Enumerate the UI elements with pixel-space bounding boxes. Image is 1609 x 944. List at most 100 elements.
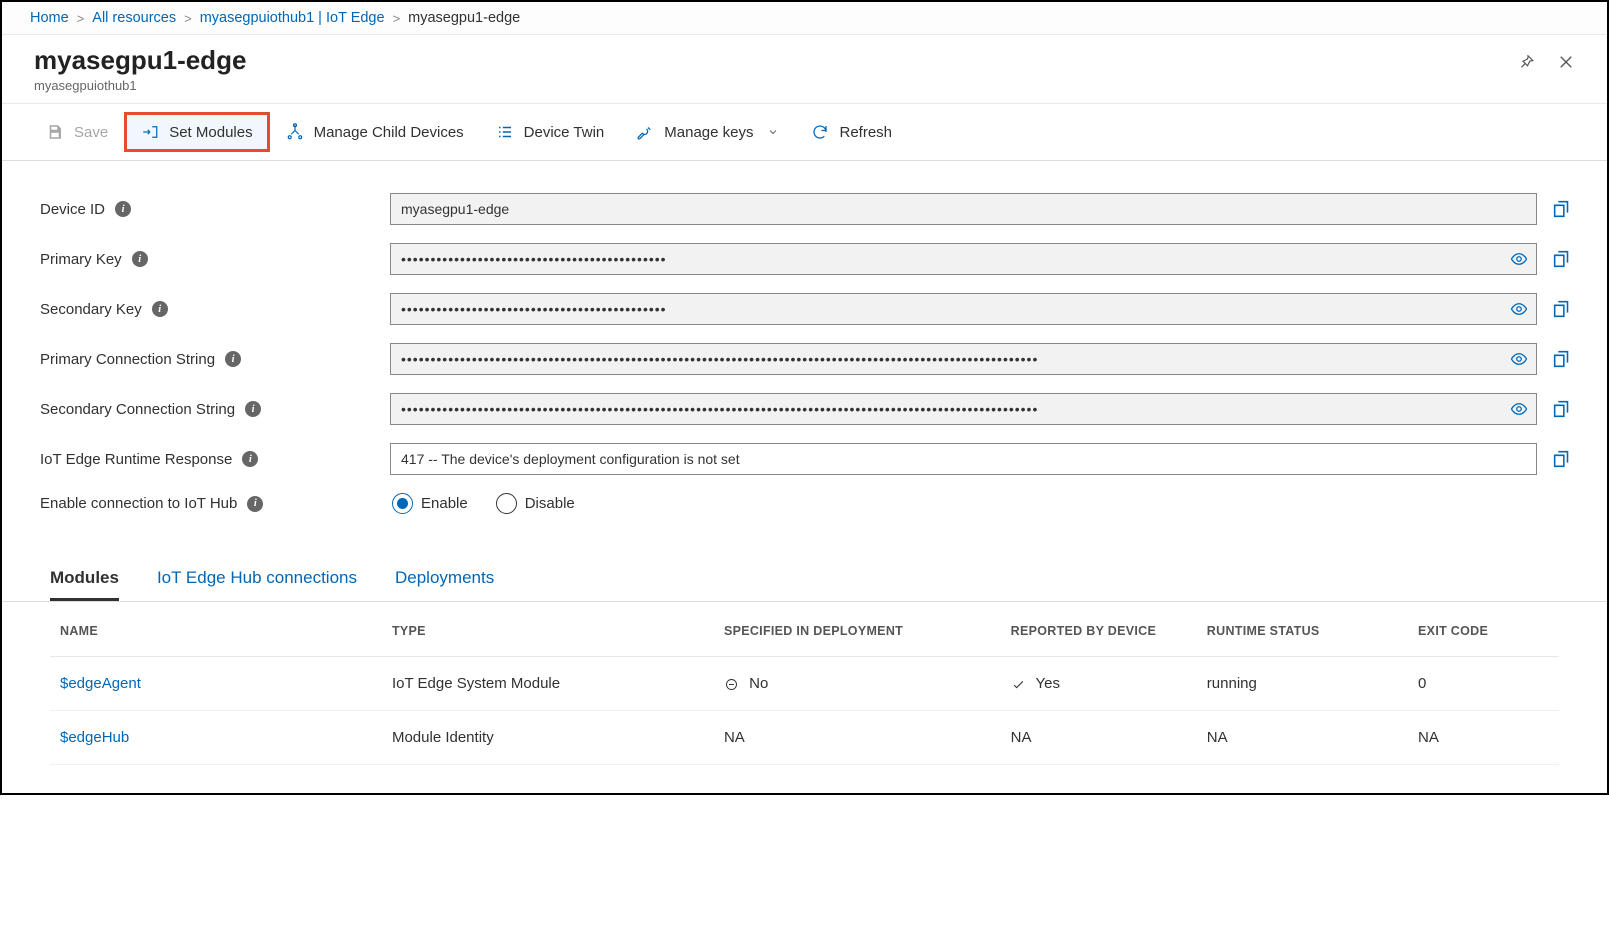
disable-radio-label: Disable [525, 495, 575, 512]
col-name-header[interactable]: NAME [50, 602, 382, 657]
info-icon[interactable]: i [245, 401, 261, 417]
breadcrumb-current: myasegpu1-edge [408, 10, 520, 26]
breadcrumb-sep: > [393, 11, 401, 26]
copy-icon[interactable] [1551, 198, 1573, 220]
device-id-field[interactable]: myasegpu1-edge [390, 193, 1537, 225]
radio-selected-icon [392, 493, 413, 514]
breadcrumb: Home > All resources > myasegpuiothub1 |… [2, 2, 1607, 35]
refresh-icon [811, 123, 829, 141]
refresh-button[interactable]: Refresh [795, 113, 908, 151]
module-exit: NA [1418, 729, 1439, 746]
primary-connection-string-field[interactable]: ••••••••••••••••••••••••••••••••••••••••… [390, 343, 1537, 375]
primary-key-field[interactable]: ••••••••••••••••••••••••••••••••••••••••… [390, 243, 1537, 275]
primary-cs-value: ••••••••••••••••••••••••••••••••••••••••… [401, 351, 1038, 367]
set-modules-label: Set Modules [169, 124, 252, 141]
runtime-response-field[interactable]: 417 -- The device's deployment configura… [390, 443, 1537, 475]
copy-icon[interactable] [1551, 348, 1573, 370]
table-row[interactable]: $edgeHub Module Identity NA NA NA NA [50, 711, 1559, 765]
copy-icon[interactable] [1551, 398, 1573, 420]
runtime-response-value: 417 -- The device's deployment configura… [401, 451, 740, 467]
enable-connection-label: Enable connection to IoT Hub [40, 495, 237, 512]
module-runtime: NA [1207, 729, 1228, 746]
secondary-key-value: ••••••••••••••••••••••••••••••••••••••••… [401, 301, 667, 317]
breadcrumb-sep: > [77, 11, 85, 26]
save-label: Save [74, 124, 108, 141]
primary-key-value: ••••••••••••••••••••••••••••••••••••••••… [401, 251, 667, 267]
col-exit-header[interactable]: EXIT CODE [1408, 602, 1559, 657]
tab-modules[interactable]: Modules [50, 568, 119, 601]
secondary-key-label: Secondary Key [40, 301, 142, 318]
check-icon [1011, 677, 1026, 692]
module-type: IoT Edge System Module [392, 675, 560, 692]
module-runtime: running [1207, 675, 1257, 692]
reveal-icon[interactable] [1510, 300, 1528, 318]
tab-strip: Modules IoT Edge Hub connections Deploym… [2, 544, 1607, 602]
minus-circle-icon [724, 677, 739, 692]
module-reported: Yes [1036, 675, 1060, 692]
copy-icon[interactable] [1551, 248, 1573, 270]
device-twin-button[interactable]: Device Twin [480, 113, 621, 151]
secondary-cs-value: ••••••••••••••••••••••••••••••••••••••••… [401, 401, 1038, 417]
secondary-key-field[interactable]: ••••••••••••••••••••••••••••••••••••••••… [390, 293, 1537, 325]
page-subtitle: myasegpuiothub1 [34, 78, 246, 93]
set-modules-button[interactable]: Set Modules [124, 112, 269, 152]
col-type-header[interactable]: TYPE [382, 602, 714, 657]
child-devices-icon [286, 123, 304, 141]
copy-icon[interactable] [1551, 298, 1573, 320]
manage-child-label: Manage Child Devices [314, 124, 464, 141]
info-icon[interactable]: i [115, 201, 131, 217]
save-icon [46, 123, 64, 141]
refresh-label: Refresh [839, 124, 892, 141]
info-icon[interactable]: i [225, 351, 241, 367]
device-twin-label: Device Twin [524, 124, 605, 141]
manage-keys-icon [636, 123, 654, 141]
page-title: myasegpu1-edge [34, 45, 246, 76]
disable-radio[interactable]: Disable [496, 493, 575, 514]
manage-keys-button[interactable]: Manage keys [620, 113, 795, 151]
secondary-connection-string-field[interactable]: ••••••••••••••••••••••••••••••••••••••••… [390, 393, 1537, 425]
enable-radio[interactable]: Enable [392, 493, 468, 514]
reveal-icon[interactable] [1510, 350, 1528, 368]
tab-connections[interactable]: IoT Edge Hub connections [157, 568, 357, 601]
tab-deployments[interactable]: Deployments [395, 568, 494, 601]
table-row[interactable]: $edgeAgent IoT Edge System Module No Yes… [50, 657, 1559, 711]
col-specified-header[interactable]: SPECIFIED IN DEPLOYMENT [714, 602, 1001, 657]
module-name-link[interactable]: $edgeHub [60, 729, 129, 746]
device-twin-icon [496, 123, 514, 141]
command-bar: Save Set Modules Manage Child Devices De… [2, 104, 1607, 161]
reveal-icon[interactable] [1510, 400, 1528, 418]
info-icon[interactable]: i [132, 251, 148, 267]
pin-icon[interactable] [1517, 53, 1535, 71]
module-exit: 0 [1418, 675, 1426, 692]
module-reported: NA [1011, 729, 1032, 746]
reveal-icon[interactable] [1510, 250, 1528, 268]
col-reported-header[interactable]: REPORTED BY DEVICE [1001, 602, 1197, 657]
primary-connection-string-label: Primary Connection String [40, 351, 215, 368]
copy-icon[interactable] [1551, 448, 1573, 470]
col-runtime-header[interactable]: RUNTIME STATUS [1197, 602, 1408, 657]
runtime-response-label: IoT Edge Runtime Response [40, 451, 232, 468]
info-icon[interactable]: i [242, 451, 258, 467]
manage-keys-label: Manage keys [664, 124, 753, 141]
close-icon[interactable] [1557, 53, 1575, 71]
chevron-down-icon [767, 126, 779, 138]
module-specified: No [749, 675, 768, 692]
device-id-label: Device ID [40, 201, 105, 218]
breadcrumb-all-resources[interactable]: All resources [92, 10, 176, 26]
info-icon[interactable]: i [247, 496, 263, 512]
info-icon[interactable]: i [152, 301, 168, 317]
module-specified: NA [724, 729, 745, 746]
modules-table: NAME TYPE SPECIFIED IN DEPLOYMENT REPORT… [50, 602, 1559, 765]
module-type: Module Identity [392, 729, 494, 746]
manage-child-devices-button[interactable]: Manage Child Devices [270, 113, 480, 151]
device-id-value: myasegpu1-edge [401, 201, 509, 217]
module-name-link[interactable]: $edgeAgent [60, 675, 141, 692]
breadcrumb-home[interactable]: Home [30, 10, 69, 26]
primary-key-label: Primary Key [40, 251, 122, 268]
breadcrumb-iothub[interactable]: myasegpuiothub1 | IoT Edge [200, 10, 385, 26]
set-modules-icon [141, 123, 159, 141]
enable-radio-label: Enable [421, 495, 468, 512]
secondary-connection-string-label: Secondary Connection String [40, 401, 235, 418]
breadcrumb-sep: > [184, 11, 192, 26]
radio-unselected-icon [496, 493, 517, 514]
